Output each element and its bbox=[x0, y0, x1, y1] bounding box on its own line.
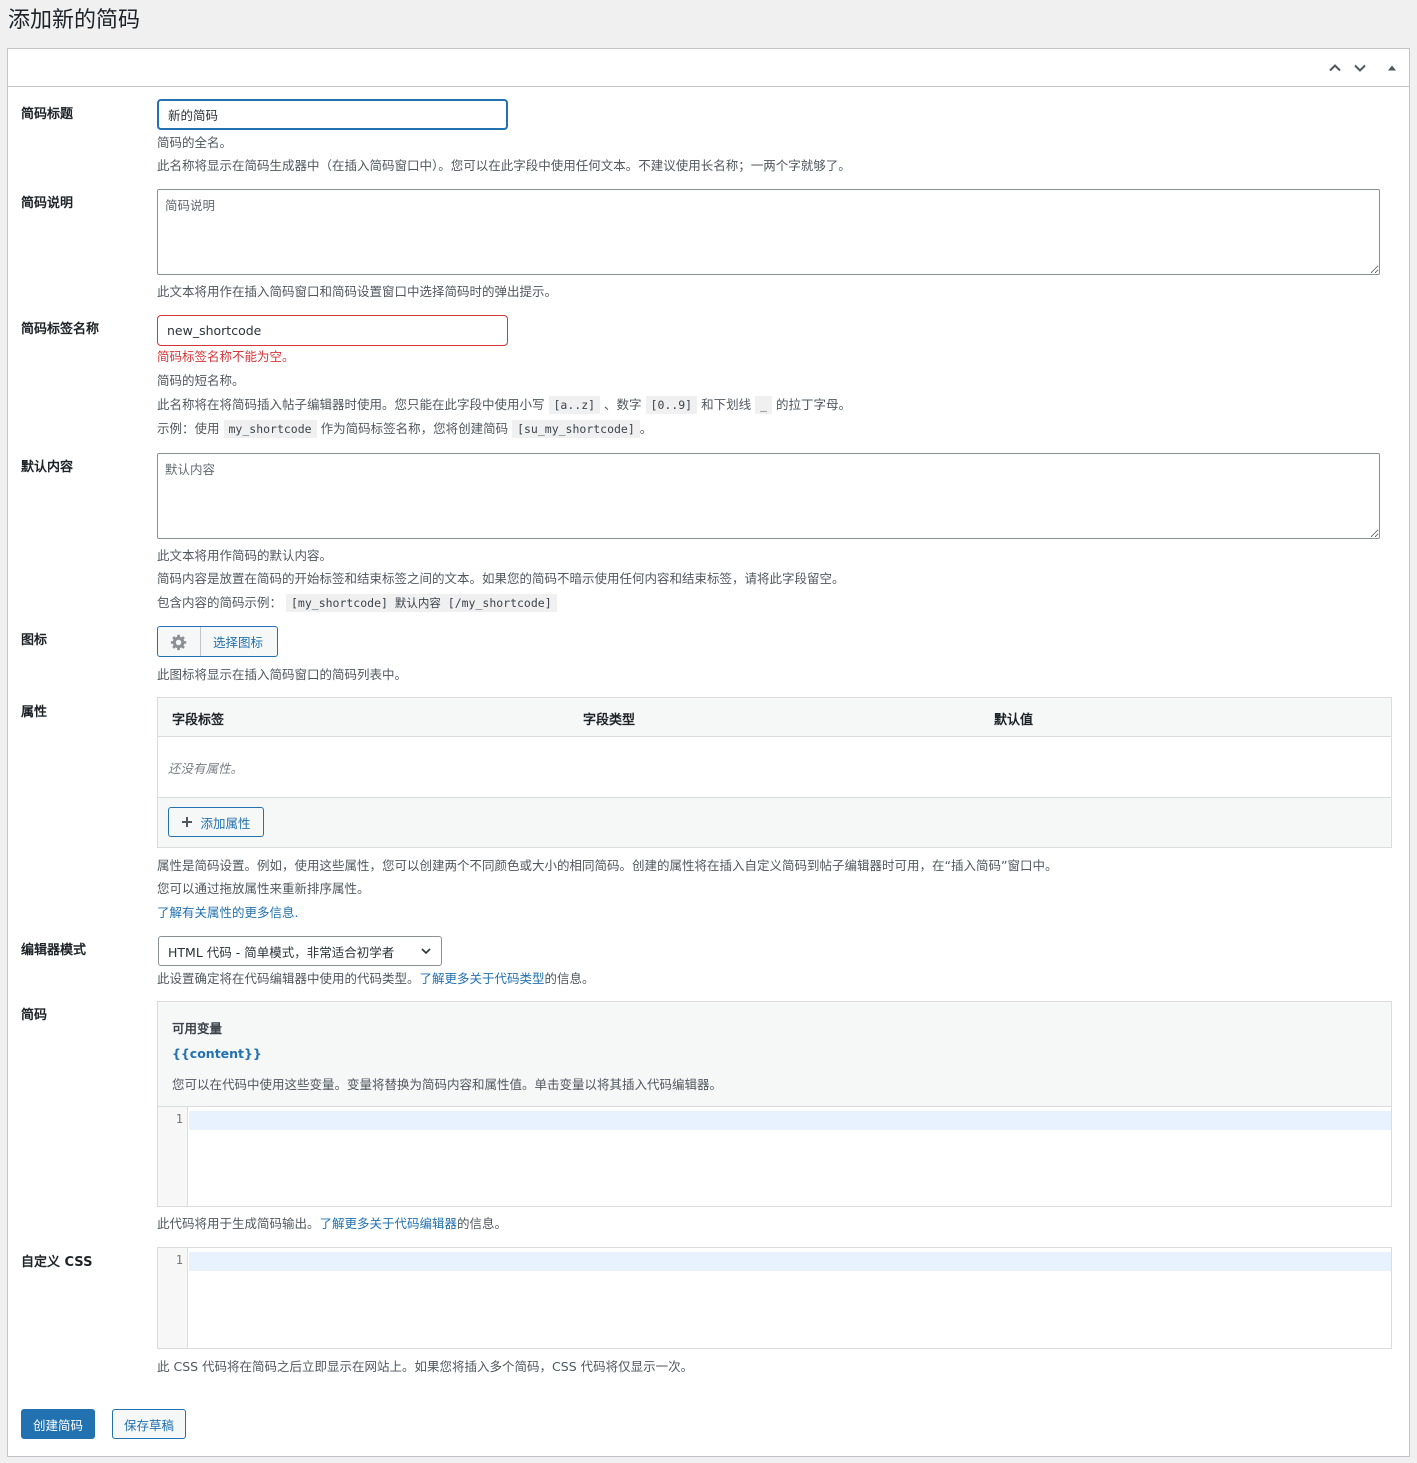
editor-mode-select[interactable]: HTML 代码 - 简单模式，非常适合初学者 bbox=[158, 936, 442, 966]
column-field-type: 字段类型 bbox=[583, 713, 636, 728]
tag-error-message: 简码标签名称不能为空。 bbox=[157, 349, 295, 364]
label-shortcode-tag: 简码标签名称 bbox=[21, 322, 100, 337]
icon-help: 此图标将显示在插入简码窗口的简码列表中。 bbox=[157, 667, 408, 682]
code-example-shortcode: [su_my_shortcode] bbox=[512, 420, 640, 438]
code-lowercase: [a..z] bbox=[548, 396, 601, 414]
code-editor[interactable]: 1 bbox=[158, 1106, 1391, 1206]
variable-content-link[interactable]: {{content}} bbox=[172, 1046, 262, 1061]
css-editor[interactable]: 1 bbox=[157, 1247, 1392, 1349]
code-example-tag: my_shortcode bbox=[223, 420, 317, 438]
attributes-help: 属性是简码设置。例如，使用这些属性，您可以创建两个不同颜色或大小的相同简码。创建… bbox=[157, 858, 1058, 873]
code-underscore: _ bbox=[755, 396, 772, 414]
code-editor-wrapper: 可用变量 {{content}} 您可以在代码中使用这些变量。变量将替换为简码内… bbox=[157, 1001, 1392, 1207]
triangle-up-icon[interactable] bbox=[1381, 57, 1403, 79]
plus-icon bbox=[182, 817, 193, 827]
label-shortcode-description: 简码说明 bbox=[21, 196, 74, 211]
attributes-learn-more-link[interactable]: 了解有关属性的更多信息. bbox=[157, 905, 298, 920]
attributes-empty-text: 还没有属性。 bbox=[168, 761, 244, 776]
shortcode-tag-input[interactable] bbox=[157, 315, 508, 346]
page-title: 添加新的简码 bbox=[8, 8, 141, 33]
column-default-value: 默认值 bbox=[994, 713, 1034, 728]
add-attribute-button[interactable]: 添加属性 bbox=[168, 807, 264, 837]
add-attribute-label: 添加属性 bbox=[200, 815, 251, 831]
gear-icon bbox=[158, 627, 201, 656]
code-help: 此代码将用于生成简码输出。了解更多关于代码编辑器的信息。 bbox=[157, 1216, 508, 1231]
label-attributes: 属性 bbox=[21, 705, 48, 720]
code-active-line[interactable] bbox=[189, 1111, 1391, 1130]
label-icon: 图标 bbox=[21, 633, 48, 648]
panel-header bbox=[8, 49, 1409, 87]
css-line-number: 1 bbox=[158, 1248, 188, 1348]
shortcode-description-textarea[interactable] bbox=[157, 189, 1380, 275]
label-code: 简码 bbox=[21, 1008, 48, 1023]
description-help: 此文本将用作在插入简码窗口和简码设置窗口中选择简码时的弹出提示。 bbox=[157, 284, 558, 299]
variables-help: 您可以在代码中使用这些变量。变量将替换为简码内容和属性值。单击变量以将其插入代码… bbox=[172, 1077, 723, 1092]
editor-mode-selected: HTML 代码 - 简单模式，非常适合初学者 bbox=[168, 944, 395, 960]
code-digits: [0..9] bbox=[645, 396, 698, 414]
select-icon-label: 选择图标 bbox=[213, 635, 264, 650]
code-types-link[interactable]: 了解更多关于代码类型 bbox=[420, 971, 545, 986]
chevron-up-icon[interactable] bbox=[1324, 57, 1346, 79]
chevron-down-icon[interactable] bbox=[1349, 57, 1371, 79]
chevron-down-icon bbox=[421, 948, 431, 955]
tag-help: 简码的短名称。 bbox=[157, 373, 245, 388]
attributes-footer: 添加属性 bbox=[158, 798, 1391, 847]
tag-help-example: 示例：使用 my_shortcode 作为简码标签名称，您将创建简码 [su_m… bbox=[157, 420, 653, 438]
title-help: 简码的全名。 bbox=[157, 135, 233, 150]
default-content-textarea[interactable] bbox=[157, 453, 1380, 539]
label-shortcode-title: 简码标题 bbox=[21, 107, 74, 122]
attributes-empty-row: 还没有属性。 bbox=[158, 737, 1391, 798]
code-content-example: [my_shortcode] 默认内容 [/my_shortcode] bbox=[286, 594, 557, 612]
attributes-table-header: 字段标签 字段类型 默认值 bbox=[158, 698, 1391, 737]
column-field-label: 字段标签 bbox=[172, 713, 225, 728]
editor-mode-help: 此设置确定将在代码编辑器中使用的代码类型。了解更多关于代码类型的信息。 bbox=[157, 971, 595, 986]
attributes-help-link-row: 了解有关属性的更多信息. bbox=[157, 904, 298, 922]
tag-help-rules: 此名称将在将简码插入帖子编辑器时使用。您只能在此字段中使用小写 [a..z] 、… bbox=[157, 396, 851, 414]
label-editor-mode: 编辑器模式 bbox=[21, 943, 87, 958]
title-help-detail: 此名称将显示在简码生成器中（在插入简码窗口中）。您可以在此字段中使用任何文本。不… bbox=[157, 158, 851, 173]
attributes-help-reorder: 您可以通过拖放属性来重新排序属性。 bbox=[157, 881, 370, 896]
shortcode-editor-panel: 简码标题 简码的全名。 此名称将显示在简码生成器中（在插入简码窗口中）。您可以在… bbox=[7, 48, 1410, 1457]
create-shortcode-button[interactable]: 创建简码 bbox=[21, 1409, 95, 1439]
label-default-content: 默认内容 bbox=[21, 460, 74, 475]
content-help-detail: 简码内容是放置在简码的开始标签和结束标签之间的文本。如果您的简码不暗示使用任何内… bbox=[157, 571, 845, 586]
content-help: 此文本将用作简码的默认内容。 bbox=[157, 548, 333, 563]
available-variables-title: 可用变量 bbox=[172, 1021, 223, 1036]
content-help-example: 包含内容的简码示例： [my_shortcode] 默认内容 [/my_shor… bbox=[157, 594, 557, 612]
css-active-line[interactable] bbox=[189, 1252, 1391, 1271]
code-line-number: 1 bbox=[158, 1107, 188, 1206]
save-draft-button[interactable]: 保存草稿 bbox=[112, 1409, 186, 1439]
code-editor-link[interactable]: 了解更多关于代码编辑器 bbox=[320, 1216, 458, 1231]
shortcode-title-input[interactable] bbox=[157, 99, 508, 130]
label-custom-css: 自定义 CSS bbox=[21, 1255, 93, 1270]
attributes-table: 字段标签 字段类型 默认值 还没有属性。 添加属性 bbox=[157, 697, 1392, 848]
select-icon-button[interactable]: 选择图标 bbox=[157, 626, 278, 657]
css-help: 此 CSS 代码将在简码之后立即显示在网站上。如果您将插入多个简码，CSS 代码… bbox=[157, 1359, 694, 1374]
